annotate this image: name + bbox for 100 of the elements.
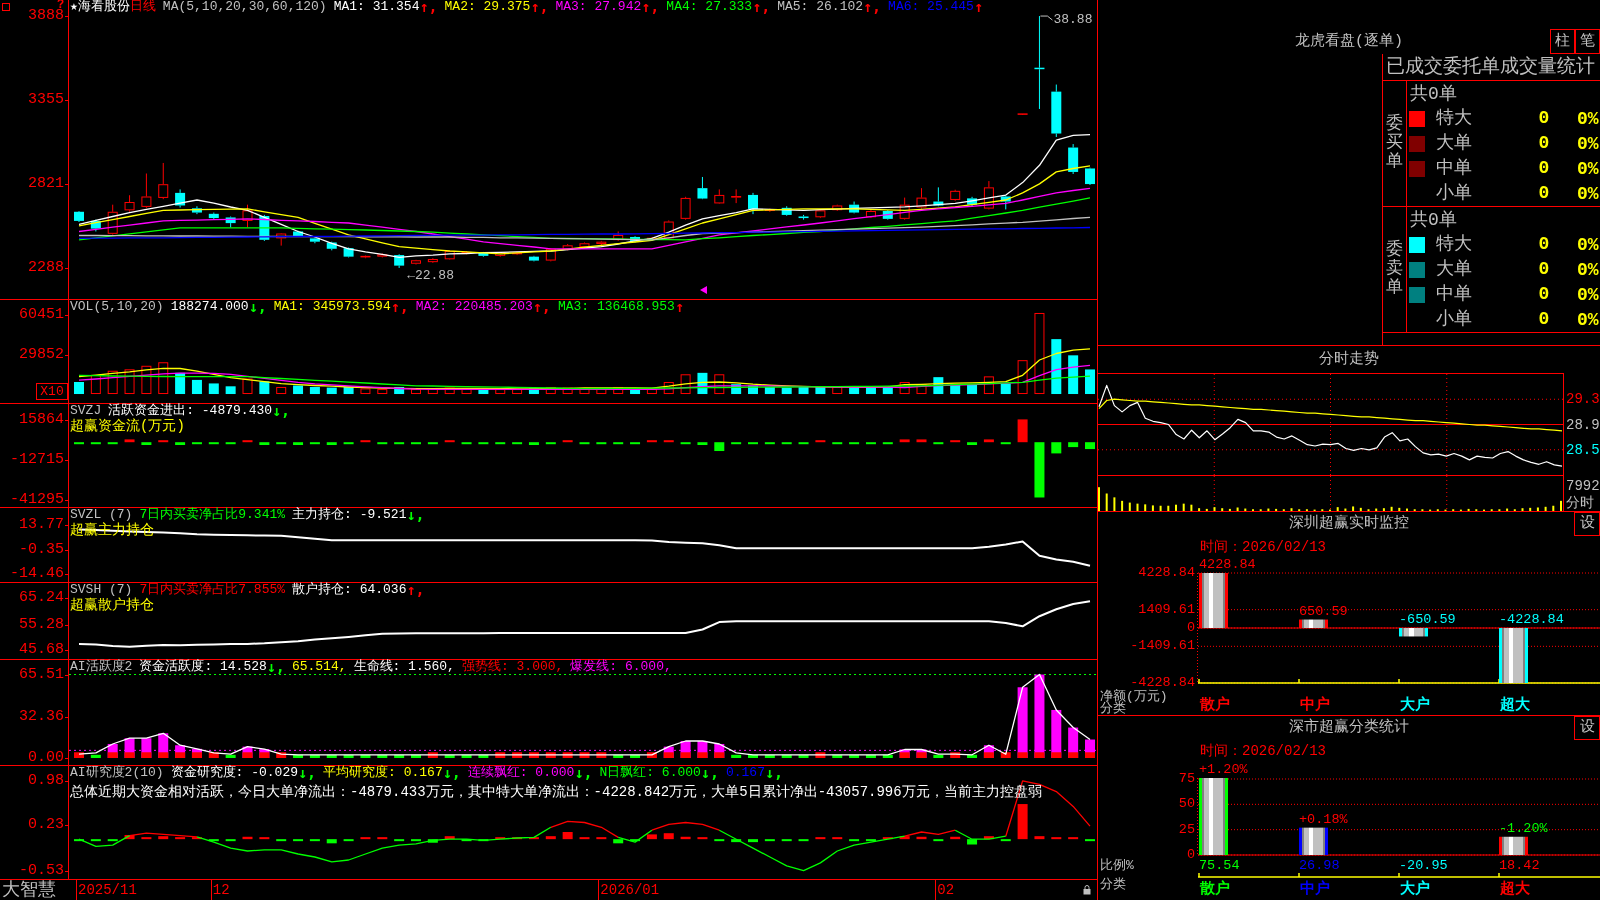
category-label: 超大	[1500, 698, 1530, 713]
trend-arrow: ↓,	[406, 508, 425, 522]
indicator-text: MA(5,10,20,30,60,120)	[162, 0, 327, 14]
axis-label: 0.00	[28, 752, 64, 764]
indicator-text: 资金活跃度: 14.528	[139, 660, 267, 674]
value-label: 18.42	[1499, 859, 1540, 873]
date-label: 12	[212, 881, 230, 900]
indicator-text: 主力持仓: -9.521	[292, 508, 407, 522]
count-value: 0	[1538, 308, 1550, 329]
indicator-text: 散户持仓: 64.036	[292, 583, 407, 597]
order-size-label: 特大	[1436, 233, 1472, 254]
trend-arrow: ↓,	[298, 766, 317, 780]
change-label: +1.20%	[1199, 763, 1248, 777]
trend-arrow: ↑,	[641, 0, 660, 14]
panel-title: 深市超赢分类统计	[1289, 719, 1409, 737]
group-label: 委卖单	[1386, 241, 1403, 298]
indicator-text: VOL(5,10,20)	[70, 300, 164, 314]
order-size-label: 小单	[1436, 308, 1472, 329]
percent-value: 0%	[1577, 108, 1599, 129]
indicator-text: 65.514,	[291, 660, 347, 674]
trend-arrow: ↓,	[266, 660, 285, 674]
indicator-text: MA3: 136468.953	[557, 300, 675, 314]
value-label: -20.95	[1399, 859, 1448, 873]
indicator-text: 爆发线: 6.000,	[570, 660, 672, 674]
axis-label: -0.53	[19, 864, 64, 877]
trend-arrow: ↑,	[406, 583, 425, 597]
high-price-label: 38.88	[1053, 13, 1093, 28]
axis-label: -14.46	[10, 568, 64, 581]
indicator-subtitle: 超赢散户持仓	[70, 598, 154, 613]
axis-label: 28.9	[1566, 416, 1600, 433]
count-value: 0	[1538, 157, 1550, 178]
value-label: 650.59	[1299, 604, 1348, 619]
category-label: 散户	[1200, 882, 1230, 897]
indicator-text: MA3: 27.942	[555, 0, 642, 14]
percent-value: 0%	[1577, 309, 1599, 330]
indicator-text: SVZJ	[70, 404, 102, 418]
date-label: 02	[937, 881, 955, 900]
indicator-text: 7日内买卖净占比9.341%	[139, 508, 286, 522]
axis-label: 75	[1178, 772, 1195, 786]
axis-label: -12715	[10, 454, 64, 466]
trend-arrow: ↓,	[442, 766, 461, 780]
trend-arrow: ↑	[674, 300, 684, 314]
axis-label: 15864	[19, 414, 64, 426]
axis-label: 32.36	[19, 710, 64, 723]
table-title: 已成交委托单成交量统计	[1386, 56, 1595, 78]
time-label: 时间：2026/02/13	[1200, 743, 1326, 759]
total-count: 共0单	[1410, 209, 1457, 230]
order-size-label: 大单	[1436, 258, 1472, 279]
indicator-text: 188274.000	[170, 300, 249, 314]
order-size-label: 大单	[1436, 132, 1472, 153]
indicator-text: 资金研究度: -0.029	[170, 766, 299, 780]
axis-label: 60451	[19, 309, 64, 321]
indicator-text: MA5: 26.102	[777, 0, 864, 14]
indicator-text: 生命线: 1.560,	[353, 660, 455, 674]
trend-arrow: ↑,	[530, 0, 549, 14]
percent-value: 0%	[1577, 234, 1599, 255]
axis-label: 55.28	[19, 618, 64, 631]
percent-value: 0%	[1577, 284, 1599, 305]
category-label: 大户	[1400, 698, 1430, 713]
indicator-text: MA2: 29.375	[444, 0, 531, 14]
total-count: 共0单	[1410, 83, 1457, 104]
axis-label: 2821	[28, 178, 64, 191]
group-label: 委买单	[1386, 115, 1403, 172]
panel-title: 龙虎看盘(逐单)	[1295, 32, 1403, 52]
axis-label: 65.24	[19, 592, 64, 605]
trend-arrow: ↑,	[532, 300, 551, 314]
axis-label: 0.98	[28, 774, 64, 787]
stock-name: ★海看股份	[70, 0, 130, 14]
axis-label: 13.77	[19, 518, 64, 531]
count-value: 0	[1538, 283, 1550, 304]
indicator-text: 连续飘红: 0.000	[467, 766, 575, 780]
value-label: 4228.84	[1199, 558, 1256, 572]
axis-label: 0	[1186, 621, 1195, 635]
percent-value: 0%	[1577, 133, 1599, 154]
axis-title: 分时	[1566, 495, 1594, 511]
indicator-text: MA2: 220485.203	[415, 300, 533, 314]
indicator-text: AI活跃度2	[70, 660, 133, 674]
count-value: 0	[1538, 233, 1550, 254]
indicator-text: 活跃资金进出: -4879.430	[108, 404, 273, 418]
order-size-label: 中单	[1436, 283, 1472, 304]
date-label: 2026/01	[600, 881, 660, 900]
trend-arrow: ↓,	[700, 766, 719, 780]
axis-label: 0.23	[28, 819, 64, 832]
indicator-text: 0.167	[725, 766, 765, 780]
category-label: 中户	[1300, 698, 1330, 713]
axis-label: 50	[1178, 797, 1195, 812]
trend-arrow: ↓,	[272, 404, 291, 418]
low-price-label: ←22.88	[407, 268, 454, 283]
axis-title: 比例%	[1100, 859, 1134, 873]
percent-value: 0%	[1577, 259, 1599, 280]
percent-value: 0%	[1577, 183, 1599, 204]
order-size-label: 特大	[1436, 107, 1472, 128]
value-label: 75.54	[1199, 859, 1240, 873]
axis-label: 1409.61	[1138, 602, 1195, 617]
indicator-text: SVSH (7)	[70, 583, 133, 597]
panel-title: 分时走势	[1319, 350, 1379, 369]
axis-label: 3355	[28, 93, 64, 106]
trend-arrow: ↑,	[419, 0, 438, 14]
indicator-text: 强势线: 3.000,	[461, 660, 564, 674]
axis-title: 分类	[1100, 878, 1126, 892]
